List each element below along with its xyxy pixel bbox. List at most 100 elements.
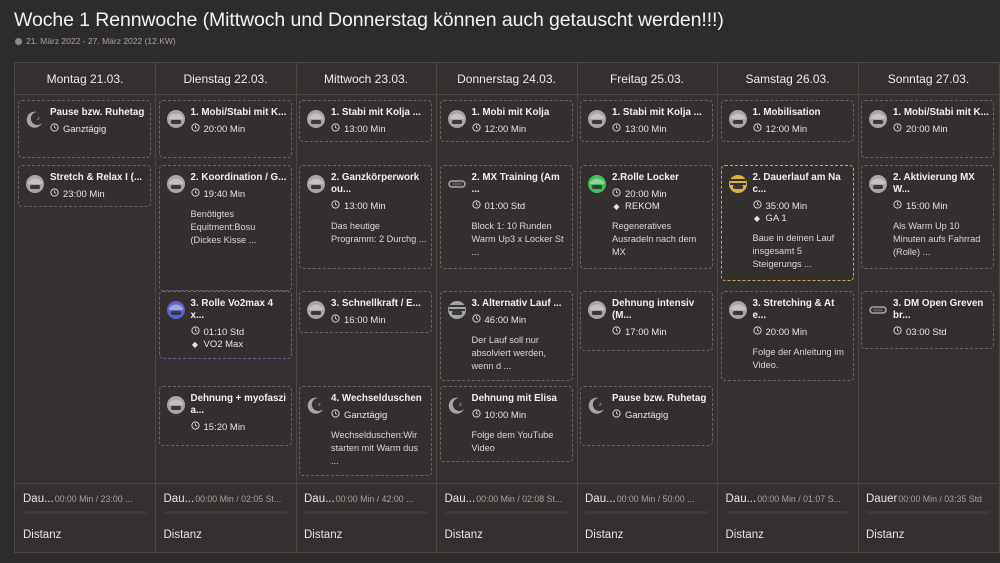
day-cards: 1. Mobilisation 12:00 Min 2. Dauerlauf am …	[718, 95, 858, 483]
day-cards: 1. Mobi/Stabi mit K... 20:00 Min 2. Aktivi…	[858, 95, 999, 483]
day-header[interactable]: Mittwoch 23.03.	[296, 63, 436, 95]
card-title: 1. Mobilisation	[752, 107, 821, 118]
duration-progress-bar	[304, 511, 428, 514]
card-title: Pause bzw. Ruhetag	[50, 107, 145, 118]
card-duration: 01:00 Std	[471, 200, 568, 212]
card-duration: 17:00 Min	[612, 326, 708, 338]
card-title: 1. Mobi/Stabi mit K...	[893, 107, 989, 118]
duration-progress-bar	[23, 511, 147, 514]
face-gray-icon	[166, 174, 186, 194]
day-header[interactable]: Donnerstag 24.03.	[436, 63, 577, 95]
face-gray-icon	[166, 395, 186, 415]
workout-card[interactable]: Stretch & Relax I (... 23:00 Min	[18, 165, 151, 207]
clock-icon	[50, 123, 59, 135]
workout-card[interactable]: Dehnung + myofaszia... 15:20 Min	[158, 386, 292, 446]
card-title: 2. Koordination / G...	[190, 172, 287, 183]
workout-card[interactable]: 2. MX Training (Am ... 01:00 Std Block 1: …	[439, 165, 573, 269]
day-column: Dienstag 22.03. 1. Mobi/Stabi mit K... 20:…	[155, 63, 297, 552]
face-gray-icon	[306, 174, 326, 194]
face-gray-icon	[166, 109, 186, 129]
duration-summary: Dau... 00:00 Min / 42:00 ...	[304, 493, 430, 505]
face-gray-icon	[868, 174, 888, 194]
duration-text: 20:00 Min	[765, 326, 808, 338]
day-header[interactable]: Sonntag 27.03.	[858, 63, 999, 95]
workout-card[interactable]: z 4. Wechselduschen Ganztägig Wechseldusche…	[299, 386, 432, 476]
duration-text: 03:00 Std	[906, 326, 947, 338]
clock-icon	[893, 200, 902, 212]
workout-card[interactable]: 2. Aktivierung MX W... 15:00 Min Als Warm …	[861, 165, 994, 269]
duration-progress-bar	[866, 511, 990, 514]
workout-card[interactable]: 2.Rolle Locker 20:00 Min ◆ REKOM Regenerativ…	[580, 165, 713, 269]
duration-label: Dau...	[23, 493, 54, 505]
workout-card[interactable]: 1. Mobilisation 12:00 Min	[720, 100, 854, 142]
clock-icon	[752, 200, 762, 212]
workout-card[interactable]: 1. Stabi mit Kolja ... 13:00 Min	[299, 100, 432, 142]
workout-card[interactable]: 2. Koordination / G... 19:40 Min Benötigte…	[158, 165, 292, 291]
workout-card[interactable]: 2. Ganzkörperwork ou... 13:00 Min Das heut…	[299, 165, 432, 269]
card-duration: 13:00 Min	[331, 200, 427, 212]
moon-icon: z	[587, 395, 607, 415]
distance-label: Distanz	[866, 529, 905, 541]
day-header[interactable]: Freitag 25.03.	[577, 63, 717, 95]
day-column: Mittwoch 23.03. 1. Stabi mit Kolja ... 13:…	[296, 63, 437, 552]
workout-card[interactable]: 3. Alternativ Lauf ... 46:00 Min Der Lauf …	[439, 291, 573, 381]
workout-card[interactable]: z Dehnung mit Elisa 10:00 Min Folge dem You…	[439, 386, 573, 462]
duration-text: 35:00 Min	[765, 200, 808, 212]
duration-text: 10:00 Min	[484, 409, 527, 421]
workout-card[interactable]: 3. Rolle Vo2max 4 x... 01:10 Std ◆ VO2 Max	[158, 291, 292, 359]
workout-card[interactable]: 1. Mobi mit Kolja 12:00 Min	[439, 100, 573, 142]
card-duration: 20:00 Min	[893, 123, 989, 135]
workout-card[interactable]: 1. Mobi/Stabi mit K... 20:00 Min	[861, 100, 994, 158]
duration-summary: Dau... 00:00 Min / 01:07 S...	[726, 493, 852, 505]
workout-card[interactable]: 2. Dauerlauf am Na c... 35:00 Min ◆ GA 1 Bau…	[720, 165, 854, 281]
card-title: 3. Rolle Vo2max 4 x...	[190, 298, 274, 321]
day-column: Donnerstag 24.03. 1. Mobi mit Kolja 12:00 …	[436, 63, 578, 552]
day-footer: Dau... 00:00 Min / 01:07 S... Distanz	[717, 483, 858, 552]
card-description: Baue in deinen Lauf insgesamt 5 Steigeru…	[752, 233, 835, 269]
workout-card[interactable]: z Pause bzw. Ruhetag Ganztägig	[580, 386, 713, 446]
card-duration: 15:00 Min	[893, 200, 989, 212]
goggles-icon	[868, 300, 888, 320]
duration-text: 15:00 Min	[906, 200, 948, 212]
distance-label: Distanz	[444, 529, 483, 541]
face-gray-icon	[728, 109, 748, 129]
svg-text:z: z	[459, 402, 462, 408]
card-title: Dehnung mit Elisa	[471, 393, 557, 404]
card-description: Regeneratives Ausradeln nach dem MX	[612, 221, 697, 257]
duration-label: Dau...	[163, 493, 195, 505]
card-duration: 16:00 Min	[331, 314, 427, 326]
distance-label: Distanz	[163, 529, 202, 541]
card-duration: 12:00 Min	[471, 123, 568, 135]
duration-text: Ganztägig	[344, 409, 388, 421]
duration-label: Dau...	[304, 493, 335, 505]
duration-summary: Dau... 00:00 Min / 50:00 ...	[585, 493, 711, 505]
card-description: Wechselduschen:Wir starten mit Warm dus …	[331, 430, 418, 466]
card-duration: 15:20 Min	[190, 421, 287, 433]
face-gray-icon	[447, 109, 467, 129]
distance-label: Distanz	[304, 529, 343, 541]
workout-card[interactable]: 3. DM Open Greven br... 03:00 Std	[861, 291, 994, 349]
card-duration: 01:10 Std	[190, 326, 287, 338]
workout-card[interactable]: z Pause bzw. Ruhetag Ganztägig	[18, 100, 151, 158]
day-header[interactable]: Samstag 26.03.	[717, 63, 858, 95]
clock-icon	[190, 326, 200, 338]
workout-card[interactable]: Dehnung intensiv (M... 17:00 Min	[580, 291, 713, 351]
workout-card[interactable]: 1. Stabi mit Kolja ... 13:00 Min	[580, 100, 713, 142]
workout-card[interactable]: 1. Mobi/Stabi mit K... 20:00 Min	[158, 100, 292, 158]
card-title: 2. Aktivierung MX W...	[893, 172, 975, 195]
card-duration: 10:00 Min	[471, 409, 568, 421]
clock-icon	[190, 123, 200, 135]
clock-icon	[190, 188, 200, 200]
date-range: 21. März 2022 - 27. März 2022 (12.KW)	[15, 36, 176, 46]
day-header[interactable]: Montag 21.03.	[15, 63, 155, 95]
duration-summary: Dau... 00:00 Min / 02:08 St...	[445, 493, 571, 505]
clock-icon	[331, 314, 340, 326]
card-zone: ◆ GA 1	[753, 213, 849, 224]
card-title: 1. Mobi/Stabi mit K...	[190, 107, 287, 118]
svg-text:z: z	[599, 402, 602, 408]
workout-card[interactable]: 3. Schnellkraft / E... 16:00 Min	[299, 291, 432, 333]
day-header[interactable]: Dienstag 22.03.	[155, 63, 296, 95]
workout-card[interactable]: 3. Stretching & At e... 20:00 Min Folge de…	[720, 291, 854, 381]
duration-progress-bar	[163, 511, 288, 514]
face-blue-icon	[166, 300, 186, 320]
